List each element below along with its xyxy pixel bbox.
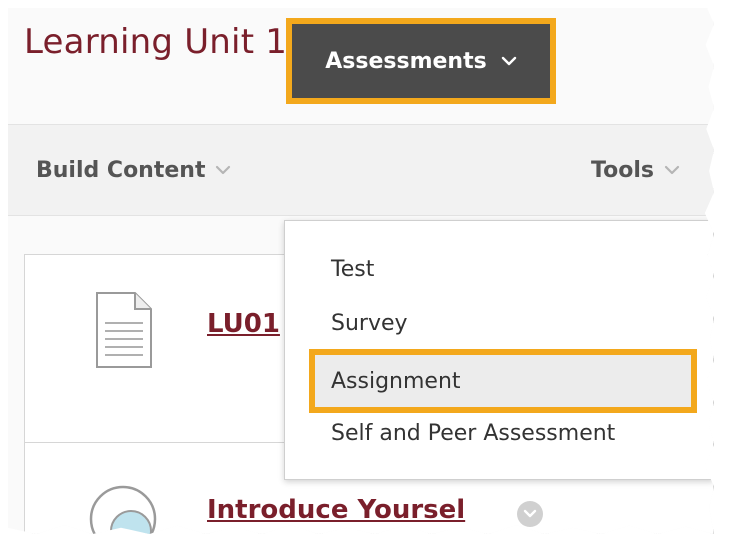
assessments-label: Assessments [325,48,487,74]
build-content-button[interactable]: Build Content [36,125,231,215]
assessments-button[interactable]: Assessments [286,18,556,104]
discussion-icon [89,485,157,534]
assessments-dropdown-menu: Test Survey Assignment Self and Peer Ass… [284,220,714,480]
tools-label: Tools [591,157,654,183]
screenshot-stage: Learning Unit 1 Build Content Tools Asse… [0,0,737,546]
menu-item-self-and-peer-assessment[interactable]: Self and Peer Assessment [331,421,615,446]
page-title-text: Learning Unit 1 [24,22,288,62]
tools-button[interactable]: Tools [591,125,680,215]
menu-item-test[interactable]: Test [331,257,374,282]
menu-item-assignment[interactable]: Assignment [309,349,697,413]
document-icon [96,292,152,368]
content-item-link[interactable]: LU01 [207,309,280,339]
chevron-down-circle-icon[interactable] [517,501,543,527]
chevron-down-icon [216,165,231,175]
chevron-down-icon [664,165,680,175]
menu-item-assignment-label: Assignment [331,368,461,394]
content-item-link[interactable]: Introduce Yoursel [207,495,465,525]
build-content-label: Build Content [36,157,206,183]
page-title: Learning Unit 1 [24,22,326,62]
chevron-down-icon [501,56,516,66]
content-toolbar: Build Content Tools [8,124,714,216]
torn-paper-frame: Learning Unit 1 Build Content Tools Asse… [8,8,714,534]
menu-item-survey[interactable]: Survey [331,311,408,336]
